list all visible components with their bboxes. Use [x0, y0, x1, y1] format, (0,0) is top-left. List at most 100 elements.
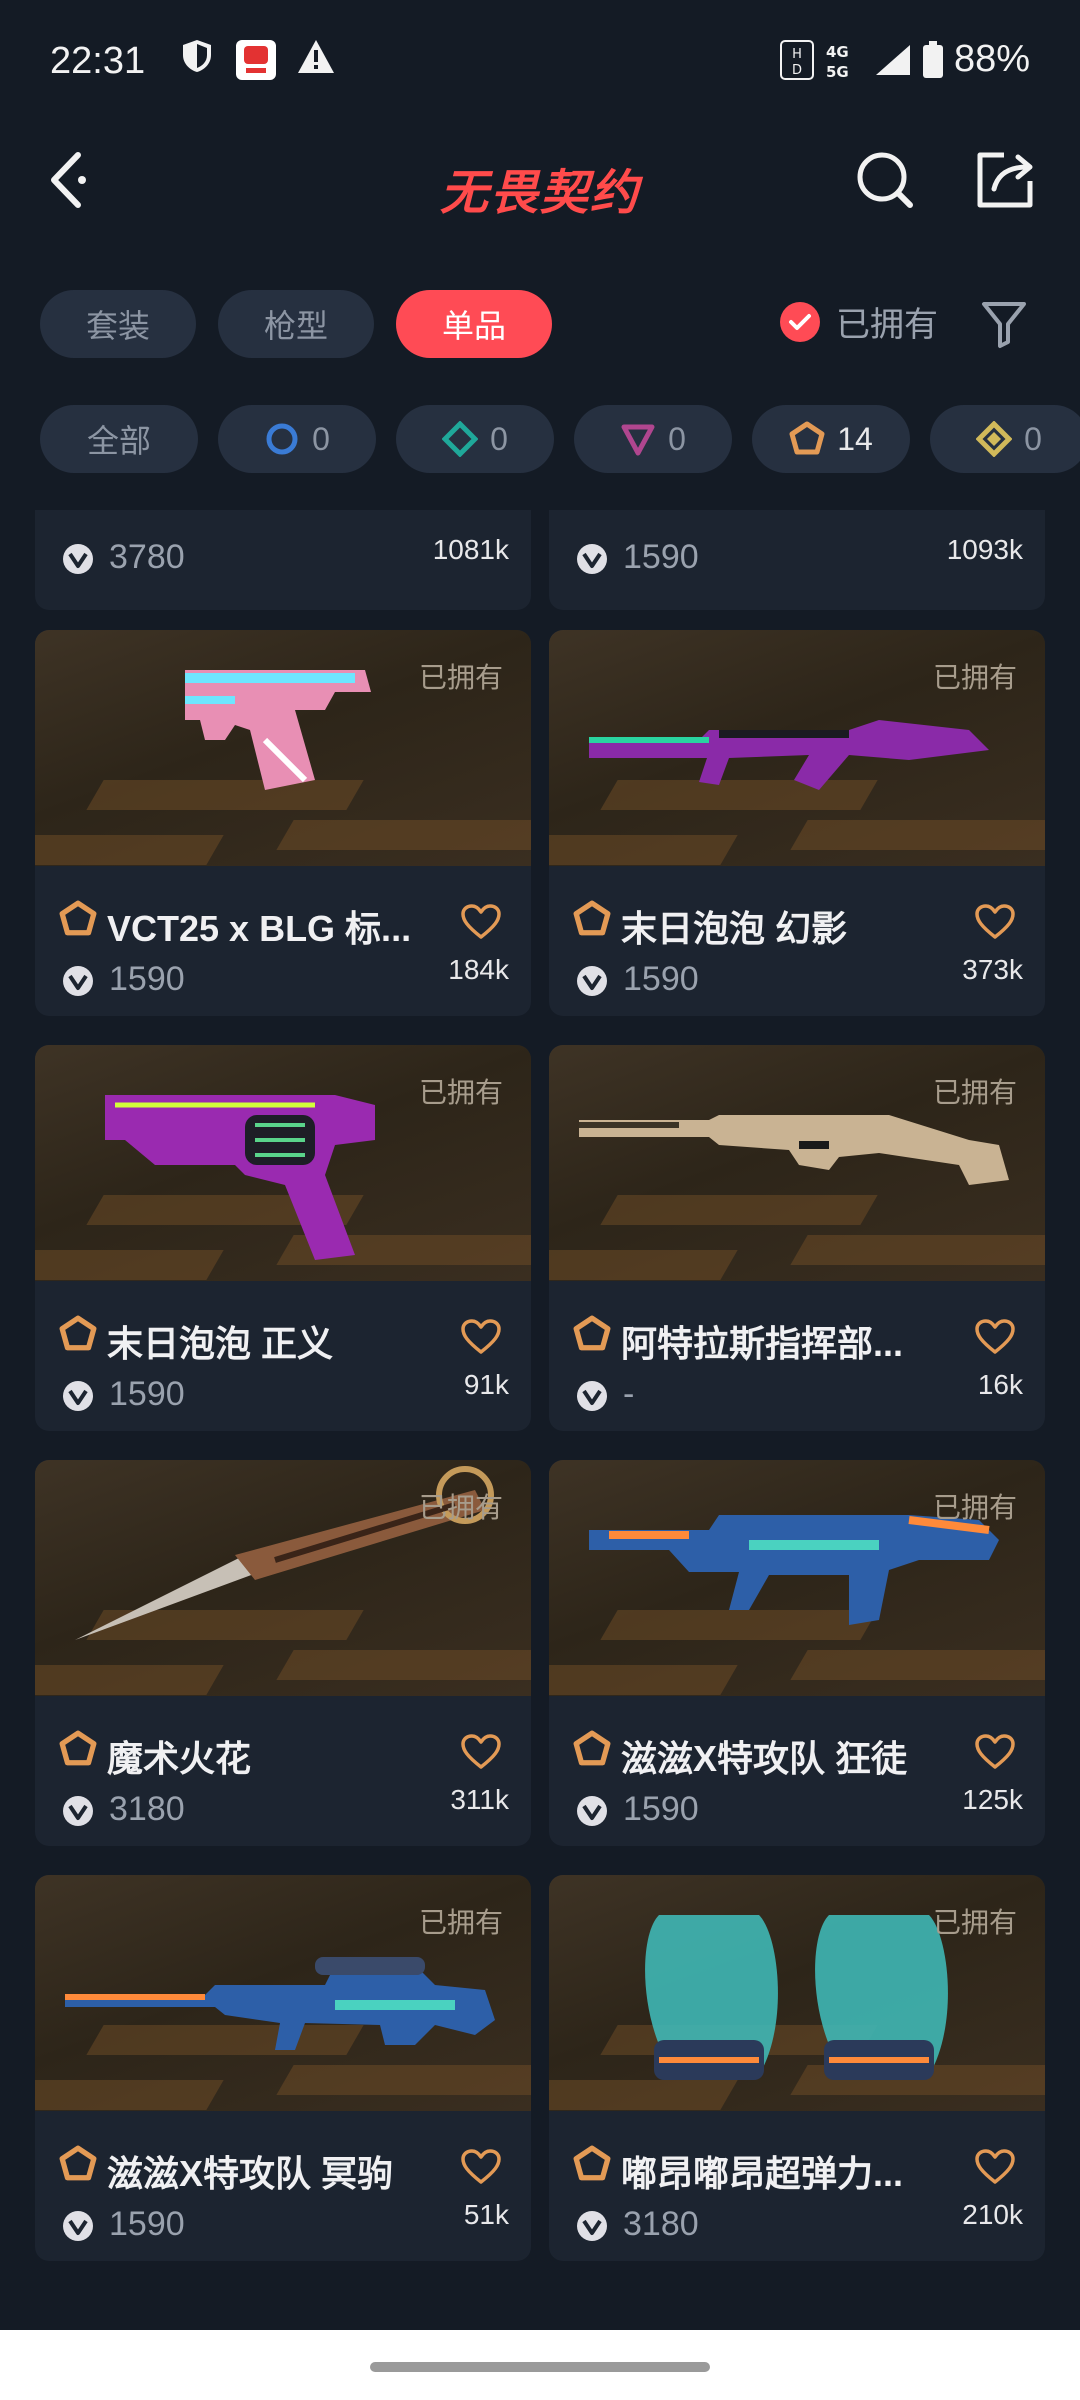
heart-icon[interactable]: [461, 904, 501, 940]
item-name: 末日泡泡 幻影: [621, 908, 848, 949]
tab-weapon-type[interactable]: 枪型: [218, 290, 375, 358]
deluxe-tier-icon: [442, 421, 479, 457]
item-card[interactable]: 已拥有 魔术火花 3180 311k: [35, 1460, 531, 1846]
item-name: 嘟昂嘟昂超弹力...: [621, 2153, 904, 2194]
owned-filter-toggle[interactable]: 已拥有: [780, 297, 938, 346]
item-likes: 373k: [962, 954, 1023, 985]
item-card[interactable]: 已拥有 VCT25 x BLG 标... 1590 184k: [35, 630, 531, 1016]
heart-icon[interactable]: [975, 1319, 1015, 1355]
item-likes: 210k: [962, 2199, 1023, 2230]
navigation-bar: [0, 2330, 1080, 2400]
hd-icon: H D: [779, 39, 814, 80]
owned-badge: 已拥有: [932, 662, 1017, 693]
vp-currency-icon: [63, 544, 93, 574]
vp-currency-icon: [577, 1381, 607, 1411]
item-card[interactable]: 已拥有 末日泡泡 幻影 1590 373k: [549, 630, 1045, 1016]
item-price: 3180: [623, 2205, 699, 2243]
item-likes: 51k: [463, 2199, 509, 2230]
share-icon[interactable]: [970, 145, 1040, 215]
item-image: 已拥有: [549, 1460, 1045, 1696]
owned-badge: 已拥有: [418, 1077, 503, 1108]
vp-currency-icon: [577, 966, 607, 996]
item-name: VCT25 x BLG 标...: [107, 908, 412, 949]
exclusive-tier-icon: [59, 2145, 97, 2181]
item-likes: 1093k: [946, 534, 1023, 565]
exclusive-tier-icon: [59, 1315, 97, 1351]
owned-badge: 已拥有: [932, 1907, 1017, 1938]
vp-currency-icon: [63, 1381, 93, 1411]
item-card[interactable]: 已拥有 嘟昂嘟昂超弹力... 3180 210k: [549, 1875, 1045, 2261]
item-price: 1590: [623, 1790, 699, 1828]
heart-icon[interactable]: [461, 1319, 501, 1355]
vp-currency-icon: [63, 2211, 93, 2241]
search-icon[interactable]: [850, 145, 920, 215]
status-bar: 22:31 H D 4G 5G 88%: [0, 0, 1080, 125]
ultra-tier-icon: [976, 421, 1013, 457]
heart-icon[interactable]: [975, 2149, 1015, 2185]
battery-icon: [922, 40, 943, 78]
select-tier-icon: [266, 423, 298, 455]
rarity-chip-premium[interactable]: 0: [574, 405, 732, 473]
item-name: 滋滋X特攻队 狂徒: [621, 1738, 908, 1779]
home-indicator[interactable]: [370, 2362, 710, 2372]
item-card-partial[interactable]: 3780 1081k: [35, 510, 531, 610]
item-image: 已拥有: [35, 1460, 531, 1696]
item-card[interactable]: 已拥有 末日泡泡 正义 1590 91k: [35, 1045, 531, 1431]
rarity-chip-all[interactable]: 全部: [40, 405, 198, 473]
tab-bundles[interactable]: 套装: [40, 290, 197, 358]
item-name: 魔术火花: [107, 1738, 252, 1779]
heart-icon[interactable]: [461, 1734, 501, 1770]
item-price: 1590: [109, 2205, 185, 2243]
svg-text:4G: 4G: [826, 43, 849, 61]
item-likes: 91k: [463, 1369, 509, 1400]
category-tabs: 套装 枪型 单品: [40, 290, 553, 358]
item-price: -: [623, 1375, 635, 1413]
exclusive-tier-icon: [59, 900, 97, 936]
item-likes: 1081k: [432, 534, 509, 565]
owned-badge: 已拥有: [932, 1492, 1017, 1523]
item-likes: 184k: [448, 954, 509, 985]
item-name: 末日泡泡 正义: [107, 1323, 334, 1364]
status-right: H D 4G 5G 88%: [779, 38, 1030, 81]
rarity-filter: 全部 0 0 0 14 0: [40, 405, 1080, 475]
vp-currency-icon: [577, 1796, 607, 1826]
item-price: 3180: [109, 1790, 185, 1828]
rarity-count: 0: [312, 420, 330, 457]
heart-icon[interactable]: [461, 2149, 501, 2185]
status-time: 22:31: [50, 40, 146, 82]
rarity-chip-all-label: 全部: [86, 423, 151, 459]
rarity-chip-deluxe[interactable]: 0: [396, 405, 554, 473]
rarity-chip-ultra[interactable]: 0: [930, 405, 1080, 473]
item-card[interactable]: 已拥有 滋滋X特攻队 狂徒 1590 125k: [549, 1460, 1045, 1846]
owned-filter-label: 已拥有: [836, 306, 938, 344]
item-image: 已拥有: [35, 1875, 531, 2111]
owned-badge: 已拥有: [932, 1077, 1017, 1108]
item-grid: 3780 1081k 1590 1093k 已拥有 VCT25 x BLG 标.…: [0, 510, 1080, 2330]
heart-icon[interactable]: [975, 904, 1015, 940]
item-card[interactable]: 已拥有 滋滋X特攻队 冥驹 1590 51k: [35, 1875, 531, 2261]
battery-percent: 88%: [953, 38, 1030, 80]
exclusive-tier-icon: [573, 2145, 611, 2181]
vp-currency-icon: [63, 1796, 93, 1826]
exclusive-tier-icon: [789, 421, 825, 455]
checkmark-icon: [780, 301, 820, 342]
item-price: 1590: [109, 1375, 185, 1413]
heart-icon[interactable]: [975, 1734, 1015, 1770]
tab-single-items[interactable]: 单品: [396, 290, 553, 358]
filter-icon[interactable]: [980, 298, 1028, 350]
item-image: 已拥有: [549, 630, 1045, 866]
item-card[interactable]: 已拥有 阿特拉斯指挥部... - 16k: [549, 1045, 1045, 1431]
item-name: 滋滋X特攻队 冥驹: [107, 2153, 394, 2194]
item-card-partial[interactable]: 1590 1093k: [549, 510, 1045, 610]
rarity-count: 0: [490, 420, 508, 457]
rarity-count: 14: [837, 420, 873, 457]
rarity-chip-exclusive[interactable]: 14: [752, 405, 910, 473]
exclusive-tier-icon: [59, 1730, 97, 1766]
item-image: 已拥有: [35, 1045, 531, 1281]
owned-badge: 已拥有: [418, 1907, 503, 1938]
vp-currency-icon: [63, 966, 93, 996]
rarity-chip-select[interactable]: 0: [218, 405, 376, 473]
item-image: 已拥有: [549, 1875, 1045, 2111]
item-likes: 311k: [450, 1784, 509, 1815]
item-image: 已拥有: [35, 630, 531, 866]
